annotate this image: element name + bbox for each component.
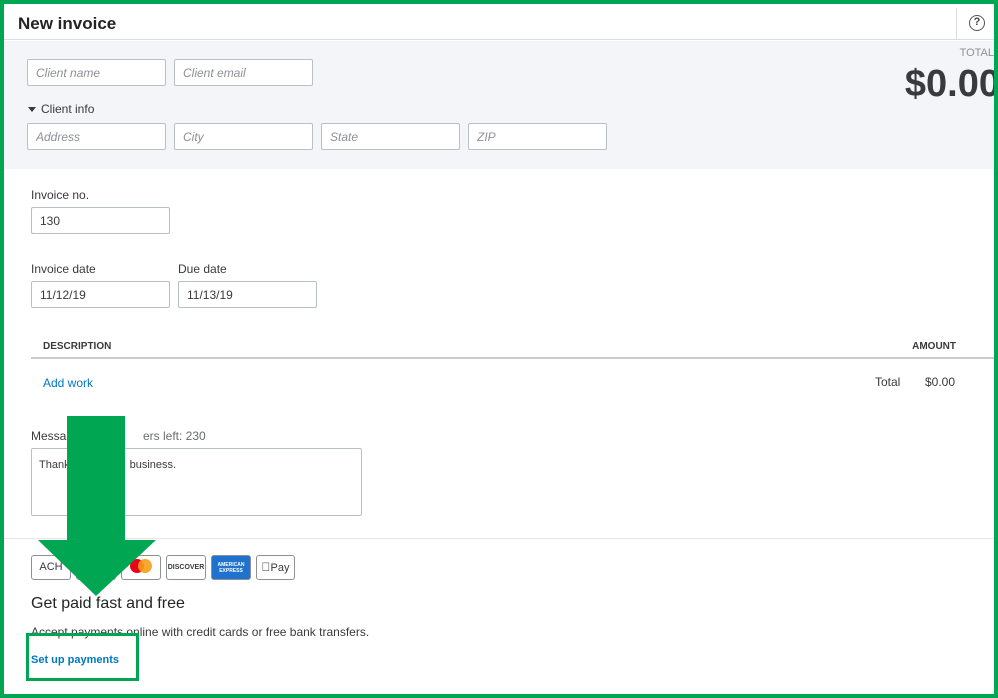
total-label: TOTAL xyxy=(959,47,994,59)
discover-card: DISCOVER xyxy=(166,555,206,580)
client-info-label: Client info xyxy=(41,102,95,116)
description-column-header: DESCRIPTION xyxy=(43,341,112,352)
apple-pay-label: Pay xyxy=(266,562,290,574)
caret-down-icon xyxy=(28,107,36,113)
apple-pay-card: Pay xyxy=(256,555,295,580)
title-bar: New invoice ? xyxy=(4,4,994,40)
client-panel: Client info TOTAL $0.00 xyxy=(4,41,998,169)
client-email-input[interactable] xyxy=(174,59,313,86)
amex-card: AMERICAN EXPRESS xyxy=(211,555,251,580)
help-icon: ? xyxy=(969,15,985,31)
due-date-input[interactable] xyxy=(178,281,317,308)
invoice-date-input[interactable] xyxy=(31,281,170,308)
help-button[interactable]: ? xyxy=(956,8,994,40)
apple-icon:  xyxy=(262,560,271,574)
zip-input[interactable] xyxy=(468,123,607,150)
due-date-label: Due date xyxy=(178,262,227,276)
city-input[interactable] xyxy=(174,123,313,150)
client-info-toggle[interactable]: Client info xyxy=(28,102,94,116)
invoice-number-label: Invoice no. xyxy=(31,188,90,202)
annotation-arrow-icon xyxy=(38,416,156,596)
total-amount: $0.00 xyxy=(904,63,998,105)
state-input[interactable] xyxy=(321,123,460,150)
invoice-number-input[interactable] xyxy=(31,207,170,234)
line-items-header: DESCRIPTION AMOUNT xyxy=(31,336,994,359)
setup-payments-link[interactable]: Set up payments xyxy=(31,654,119,666)
get-paid-heading: Get paid fast and free xyxy=(31,595,185,612)
amex-label: AMERICAN EXPRESS xyxy=(217,562,245,574)
amount-column-header: AMOUNT xyxy=(912,341,956,352)
client-name-input[interactable] xyxy=(27,59,166,86)
page-title: New invoice xyxy=(18,14,117,33)
invoice-date-label: Invoice date xyxy=(31,262,96,276)
line-total-label: Total xyxy=(875,375,901,389)
add-work-link[interactable]: Add work xyxy=(43,376,93,390)
discover-label: DISCOVER xyxy=(167,564,205,571)
address-input[interactable] xyxy=(27,123,166,150)
line-total-value: $0.00 xyxy=(925,375,956,389)
